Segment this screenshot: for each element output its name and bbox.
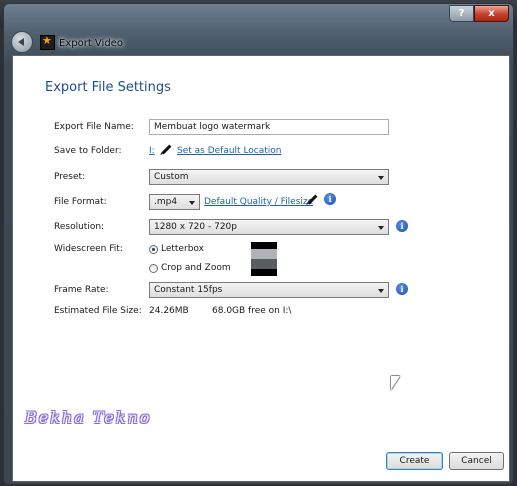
widescreen-preview-thumbnail <box>251 242 277 276</box>
back-arrow-icon[interactable] <box>11 31 33 53</box>
framerate-value: Constant 15fps <box>154 285 223 295</box>
chevron-down-icon <box>189 201 195 205</box>
create-button[interactable]: Create <box>386 452 443 470</box>
info-icon[interactable]: i <box>396 220 408 232</box>
dialog-content: Export File Settings Export File Name: M… <box>12 55 510 482</box>
info-icon[interactable]: i <box>396 283 408 295</box>
resolution-label: Resolution: <box>54 222 105 232</box>
export-video-dialog: Export Video ? x Export File Settings Ex… <box>3 3 514 485</box>
file-size-value: 24.26MB <box>149 306 189 316</box>
folder-label: Save to Folder: <box>54 146 122 156</box>
file-size-label: Estimated File Size: <box>54 306 142 316</box>
title-bar[interactable]: Export Video ? x <box>4 4 513 53</box>
file-name-input[interactable]: Membuat logo watermark <box>149 119 389 135</box>
section-title: Export File Settings <box>45 80 171 95</box>
info-icon[interactable]: i <box>324 193 336 205</box>
letterbox-radio[interactable] <box>149 245 158 254</box>
chevron-down-icon <box>378 289 384 293</box>
set-default-location-link[interactable]: Set as Default Location <box>177 146 282 156</box>
resolution-select[interactable]: 1280 x 720 - 720p <box>149 219 389 235</box>
preset-select[interactable]: Custom <box>149 169 389 185</box>
letterbox-label[interactable]: Letterbox <box>161 244 204 254</box>
preset-value: Custom <box>154 172 189 182</box>
close-button[interactable]: x <box>474 5 509 22</box>
crop-zoom-radio[interactable] <box>149 264 158 273</box>
framerate-label: Frame Rate: <box>54 285 109 295</box>
chevron-down-icon <box>378 176 384 180</box>
chevron-down-icon <box>378 226 384 230</box>
window-title: Export Video <box>59 38 123 49</box>
format-select[interactable]: .mp4 <box>149 194 200 210</box>
pencil-icon[interactable] <box>161 144 172 155</box>
cancel-button[interactable]: Cancel <box>449 452 504 470</box>
framerate-select[interactable]: Constant 15fps <box>149 282 389 298</box>
file-name-label: Export File Name: <box>54 122 134 132</box>
folder-link[interactable]: I: <box>149 146 155 156</box>
format-value: .mp4 <box>154 197 178 207</box>
crop-zoom-label[interactable]: Crop and Zoom <box>161 263 231 273</box>
watermark-text: Bekha Tekno <box>25 408 152 427</box>
app-star-icon <box>40 34 55 50</box>
format-label: File Format: <box>54 197 107 207</box>
quality-filesize-link[interactable]: Default Quality / Filesize <box>204 197 313 207</box>
preset-label: Preset: <box>54 172 86 182</box>
mouse-cursor-icon <box>391 376 400 390</box>
resolution-value: 1280 x 720 - 720p <box>154 222 237 232</box>
help-button[interactable]: ? <box>449 5 474 22</box>
widescreen-label: Widescreen Fit: <box>54 244 123 254</box>
free-space-text: 68.0GB free on I:\ <box>212 306 292 316</box>
